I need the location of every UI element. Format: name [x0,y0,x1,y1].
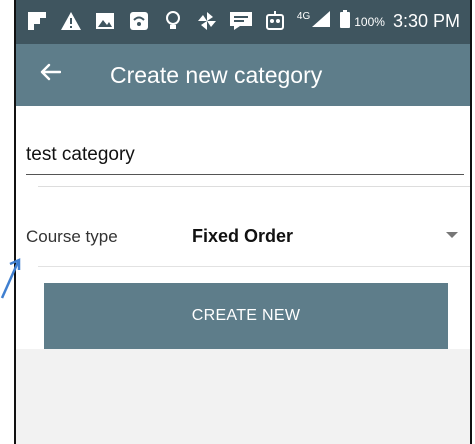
flipboard-icon [26,10,48,32]
signal-icon [312,11,331,32]
battery-icon [340,10,351,33]
back-button[interactable] [34,58,66,90]
network-type: 4G [296,11,311,22]
pinwheel-icon [196,10,218,32]
wifi-icon [128,10,150,32]
category-name-input[interactable] [26,136,464,175]
status-bar: 4G 100% 3:30 PM [16,0,470,44]
app-bar: Create new category [16,44,470,106]
pointer-arrow-icon [0,258,21,299]
create-new-button[interactable]: CREATE NEW [44,283,448,349]
battery-percent: 100% [354,14,385,29]
status-right-group: 4G 100% 3:30 PM [297,10,460,33]
button-section: CREATE NEW [16,267,470,349]
clock: 3:30 PM [392,11,460,31]
warning-icon [60,10,82,32]
phone-screen: 4G 100% 3:30 PM Create new category Cour… [14,0,472,444]
chevron-down-icon [446,232,458,238]
course-type-dropdown[interactable]: Fixed Order [176,215,464,255]
category-name-section [16,106,470,190]
lightbulb-icon [162,10,184,32]
gallery-icon [94,10,116,32]
page-title: Create new category [110,62,323,88]
course-type-label: Course type [26,227,118,246]
course-type-value: Fixed Order [192,226,294,246]
arrow-left-icon [39,63,62,86]
course-type-row: Course type Fixed Order [16,187,470,267]
notification-icons [26,10,298,32]
message-icon [230,10,252,32]
robot-icon [264,10,286,32]
